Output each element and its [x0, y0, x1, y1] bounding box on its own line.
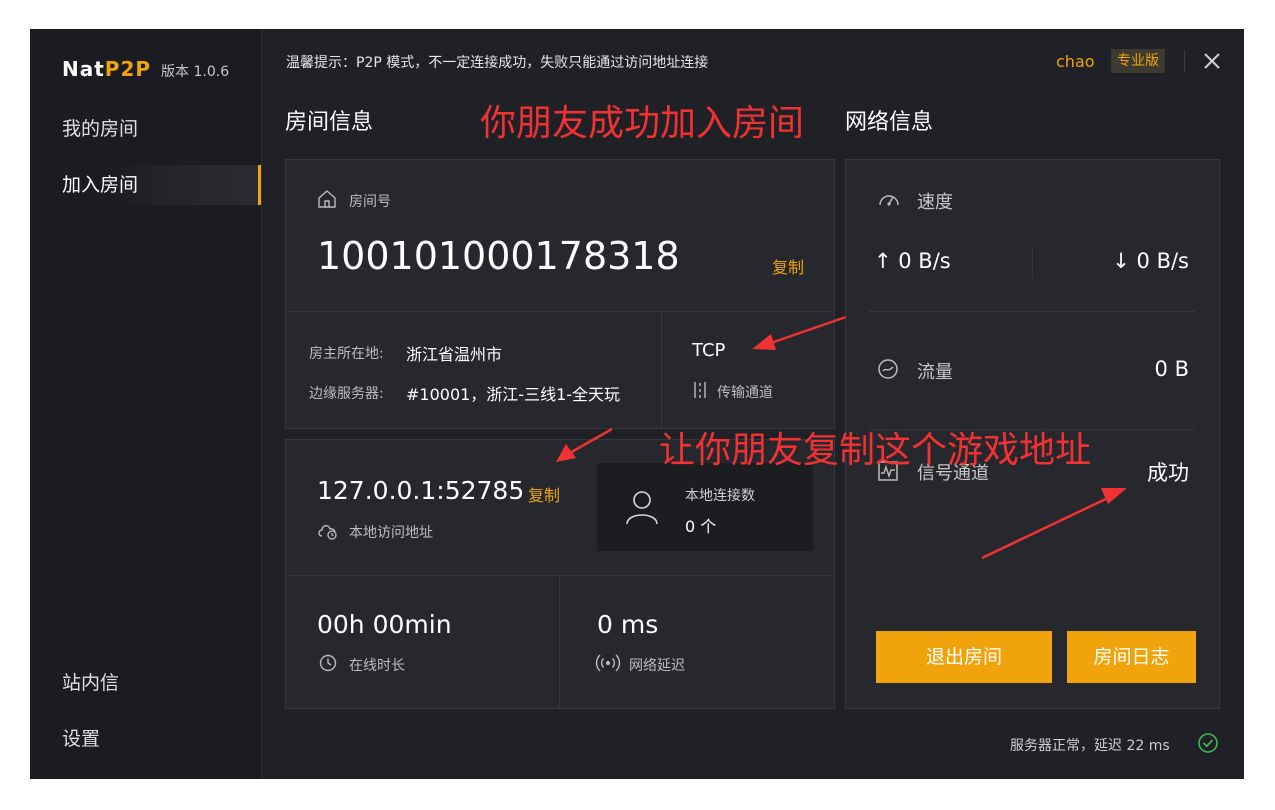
- user-icon: [626, 491, 658, 525]
- sidebar-item-settings[interactable]: 设置: [30, 719, 261, 759]
- divider: [286, 311, 834, 312]
- online-time-label: 在线时长: [349, 658, 405, 674]
- divider: [661, 312, 662, 429]
- transport-channel-label: 传输通道: [717, 385, 773, 401]
- local-connections: 0 个: [685, 517, 717, 536]
- traffic-icon: [878, 359, 898, 379]
- edition-badge: 专业版: [1111, 49, 1165, 73]
- copy-local-address-button[interactable]: 复制: [528, 482, 560, 506]
- speed-label: 速度: [917, 192, 953, 213]
- app-version: 版本 1.0.6: [161, 64, 230, 80]
- room-number: 100101000178318: [317, 234, 680, 278]
- room-log-button[interactable]: 房间日志: [1067, 631, 1196, 683]
- divider: [869, 311, 1195, 312]
- owner-location: 浙江省温州市: [406, 345, 503, 364]
- signal-channel-status: 成功: [1147, 461, 1189, 485]
- network-info-title: 网络信息: [845, 110, 934, 135]
- exit-room-button[interactable]: 退出房间: [876, 631, 1052, 683]
- annotation-copy-address: 让你朋友复制这个游戏地址: [659, 430, 1092, 471]
- local-connections-label: 本地连接数: [685, 488, 755, 504]
- username[interactable]: chao: [1056, 52, 1095, 71]
- speedometer-icon: [879, 195, 899, 206]
- transport-protocol: TCP: [692, 340, 726, 361]
- upload-speed: ↑ 0 B/s: [874, 249, 951, 273]
- sidebar-item-messages[interactable]: 站内信: [30, 663, 261, 703]
- home-icon: [318, 190, 336, 208]
- check-circle-icon: [1198, 733, 1218, 753]
- owner-location-label: 房主所在地:: [309, 346, 384, 362]
- copy-room-number-button[interactable]: 复制: [772, 254, 804, 278]
- latency-label: 网络延迟: [629, 658, 685, 674]
- warm-tip: 温馨提示：P2P 模式，不一定连接成功，失败只能通过访问地址连接: [286, 55, 709, 71]
- sidebar-item-join-room[interactable]: 加入房间: [30, 165, 261, 205]
- divider: [286, 575, 834, 576]
- online-time: 00h 00min: [317, 610, 452, 639]
- annotation-friend-joined: 你朋友成功加入房间: [480, 103, 805, 144]
- local-address-label: 本地访问地址: [349, 525, 433, 541]
- clock-icon: [319, 654, 337, 672]
- brand-name-nat: Nat: [62, 57, 105, 81]
- divider: [559, 576, 560, 709]
- local-address: 127.0.0.1:52785: [317, 476, 525, 505]
- signal-waves-icon: [595, 654, 621, 672]
- app-logo: Nat P2P 版本 1.0.6: [62, 57, 229, 81]
- local-access-panel: 127.0.0.1:52785 复制 本地访问地址 本地连接数 0 个 00h …: [285, 439, 835, 709]
- local-connections-card: 本地连接数 0 个: [597, 463, 813, 551]
- brand-name-p2p: P2P: [104, 57, 152, 81]
- room-info-panel: 房间号 100101000178318 复制 房主所在地: 浙江省温州市 边缘服…: [285, 159, 835, 429]
- header-divider: [1184, 50, 1185, 72]
- channel-icon: [694, 382, 706, 398]
- edge-server-label: 边缘服务器:: [309, 386, 384, 402]
- room-number-label: 房间号: [349, 194, 391, 210]
- room-info-title: 房间信息: [285, 110, 374, 135]
- edge-server: #10001，浙江-三线1-全天玩: [406, 385, 621, 404]
- latency: 0 ms: [597, 610, 659, 639]
- download-speed: ↓ 0 B/s: [1112, 249, 1189, 273]
- traffic-value: 0 B: [1154, 357, 1189, 381]
- cloud-icon: [318, 525, 337, 540]
- sidebar: Nat P2P 版本 1.0.6 我的房间 加入房间 站内信 设置: [30, 29, 262, 779]
- sidebar-item-my-rooms[interactable]: 我的房间: [30, 109, 261, 149]
- server-status: 服务器正常，延迟 22 ms: [1010, 738, 1170, 754]
- traffic-label: 流量: [917, 362, 953, 383]
- divider: [1032, 248, 1033, 278]
- close-icon[interactable]: [1200, 49, 1224, 73]
